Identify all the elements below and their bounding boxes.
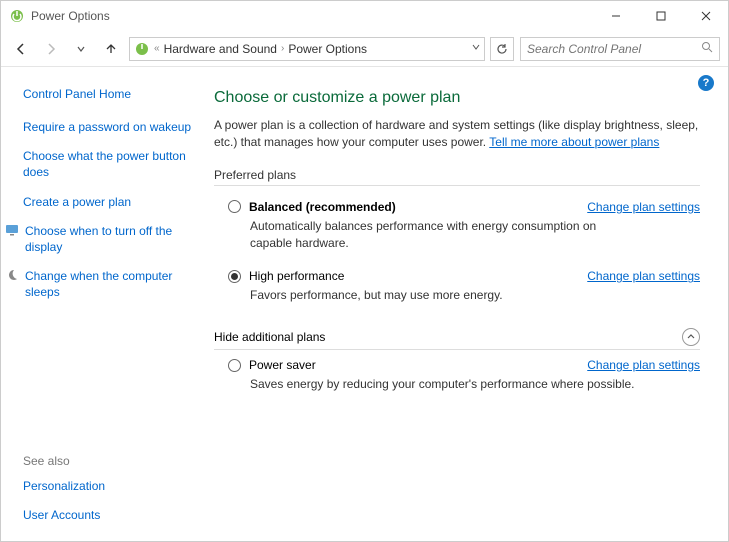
up-button[interactable] <box>99 37 123 61</box>
main-panel: Choose or customize a power plan A power… <box>206 67 728 541</box>
power-options-icon <box>9 8 25 24</box>
close-button[interactable] <box>683 2 728 30</box>
preferred-plans-label: Preferred plans <box>214 168 700 186</box>
breadcrumb[interactable]: « Hardware and Sound › Power Options <box>129 37 485 61</box>
recent-dropdown[interactable] <box>69 37 93 61</box>
breadcrumb-dropdown[interactable] <box>472 43 480 54</box>
help-icon[interactable]: ? <box>698 75 714 91</box>
chevron-right-icon: › <box>281 43 284 54</box>
radio-balanced[interactable] <box>228 200 241 213</box>
plan-high-name[interactable]: High performance <box>249 269 344 283</box>
tell-me-more-link[interactable]: Tell me more about power plans <box>489 135 659 149</box>
see-also-personalization[interactable]: Personalization <box>23 478 194 494</box>
plan-high-performance: High performance Change plan settings Fa… <box>214 261 700 314</box>
sidebar: Control Panel Home Require a password on… <box>1 67 206 541</box>
control-panel-home-link[interactable]: Control Panel Home <box>23 87 194 101</box>
breadcrumb-item-power[interactable]: Power Options <box>288 42 367 56</box>
hide-additional-plans-label: Hide additional plans <box>214 330 325 344</box>
refresh-button[interactable] <box>490 37 514 61</box>
plan-saver-name[interactable]: Power saver <box>249 358 316 372</box>
page-title: Choose or customize a power plan <box>214 89 700 107</box>
monitor-icon <box>5 223 19 237</box>
radio-high-performance[interactable] <box>228 270 241 283</box>
titlebar: Power Options <box>1 1 728 31</box>
breadcrumb-ellipsis[interactable]: « <box>154 43 160 54</box>
change-settings-balanced[interactable]: Change plan settings <box>587 200 700 214</box>
sidebar-link-power-button[interactable]: Choose what the power button does <box>23 148 194 180</box>
minimize-button[interactable] <box>593 2 638 30</box>
see-also-user-accounts[interactable]: User Accounts <box>23 507 194 523</box>
back-button[interactable] <box>9 37 33 61</box>
power-options-icon <box>134 41 150 57</box>
plan-power-saver: Power saver Change plan settings Saves e… <box>214 350 700 403</box>
search-icon <box>701 41 713 56</box>
plan-balanced-desc: Automatically balances performance with … <box>250 218 630 252</box>
plan-balanced: Balanced (recommended) Change plan setti… <box>214 192 700 262</box>
toolbar: « Hardware and Sound › Power Options <box>1 31 728 67</box>
collapse-button[interactable] <box>682 328 700 346</box>
sidebar-link-display-off[interactable]: Choose when to turn off the display <box>23 223 194 255</box>
change-settings-high[interactable]: Change plan settings <box>587 269 700 283</box>
sidebar-link-password-wakeup[interactable]: Require a password on wakeup <box>23 119 194 135</box>
search-input[interactable] <box>527 42 701 56</box>
change-settings-saver[interactable]: Change plan settings <box>587 358 700 372</box>
radio-power-saver[interactable] <box>228 359 241 372</box>
window-title: Power Options <box>31 9 110 23</box>
plan-balanced-name[interactable]: Balanced (recommended) <box>249 200 396 214</box>
search-box[interactable] <box>520 37 720 61</box>
window-title-area: Power Options <box>9 8 593 24</box>
content: ? Control Panel Home Require a password … <box>1 67 728 541</box>
intro-text: A power plan is a collection of hardware… <box>214 117 700 152</box>
window-controls <box>593 2 728 30</box>
breadcrumb-item-hardware[interactable]: Hardware and Sound <box>164 42 277 56</box>
sidebar-link-create-plan[interactable]: Create a power plan <box>23 194 194 210</box>
maximize-button[interactable] <box>638 2 683 30</box>
forward-button[interactable] <box>39 37 63 61</box>
moon-icon <box>5 268 19 282</box>
plan-saver-desc: Saves energy by reducing your computer's… <box>250 376 690 393</box>
plan-high-desc: Favors performance, but may use more ene… <box>250 287 630 304</box>
hide-additional-plans-row[interactable]: Hide additional plans <box>214 322 700 350</box>
sidebar-link-sleep[interactable]: Change when the computer sleeps <box>23 268 194 300</box>
see-also-label: See also <box>23 454 194 468</box>
